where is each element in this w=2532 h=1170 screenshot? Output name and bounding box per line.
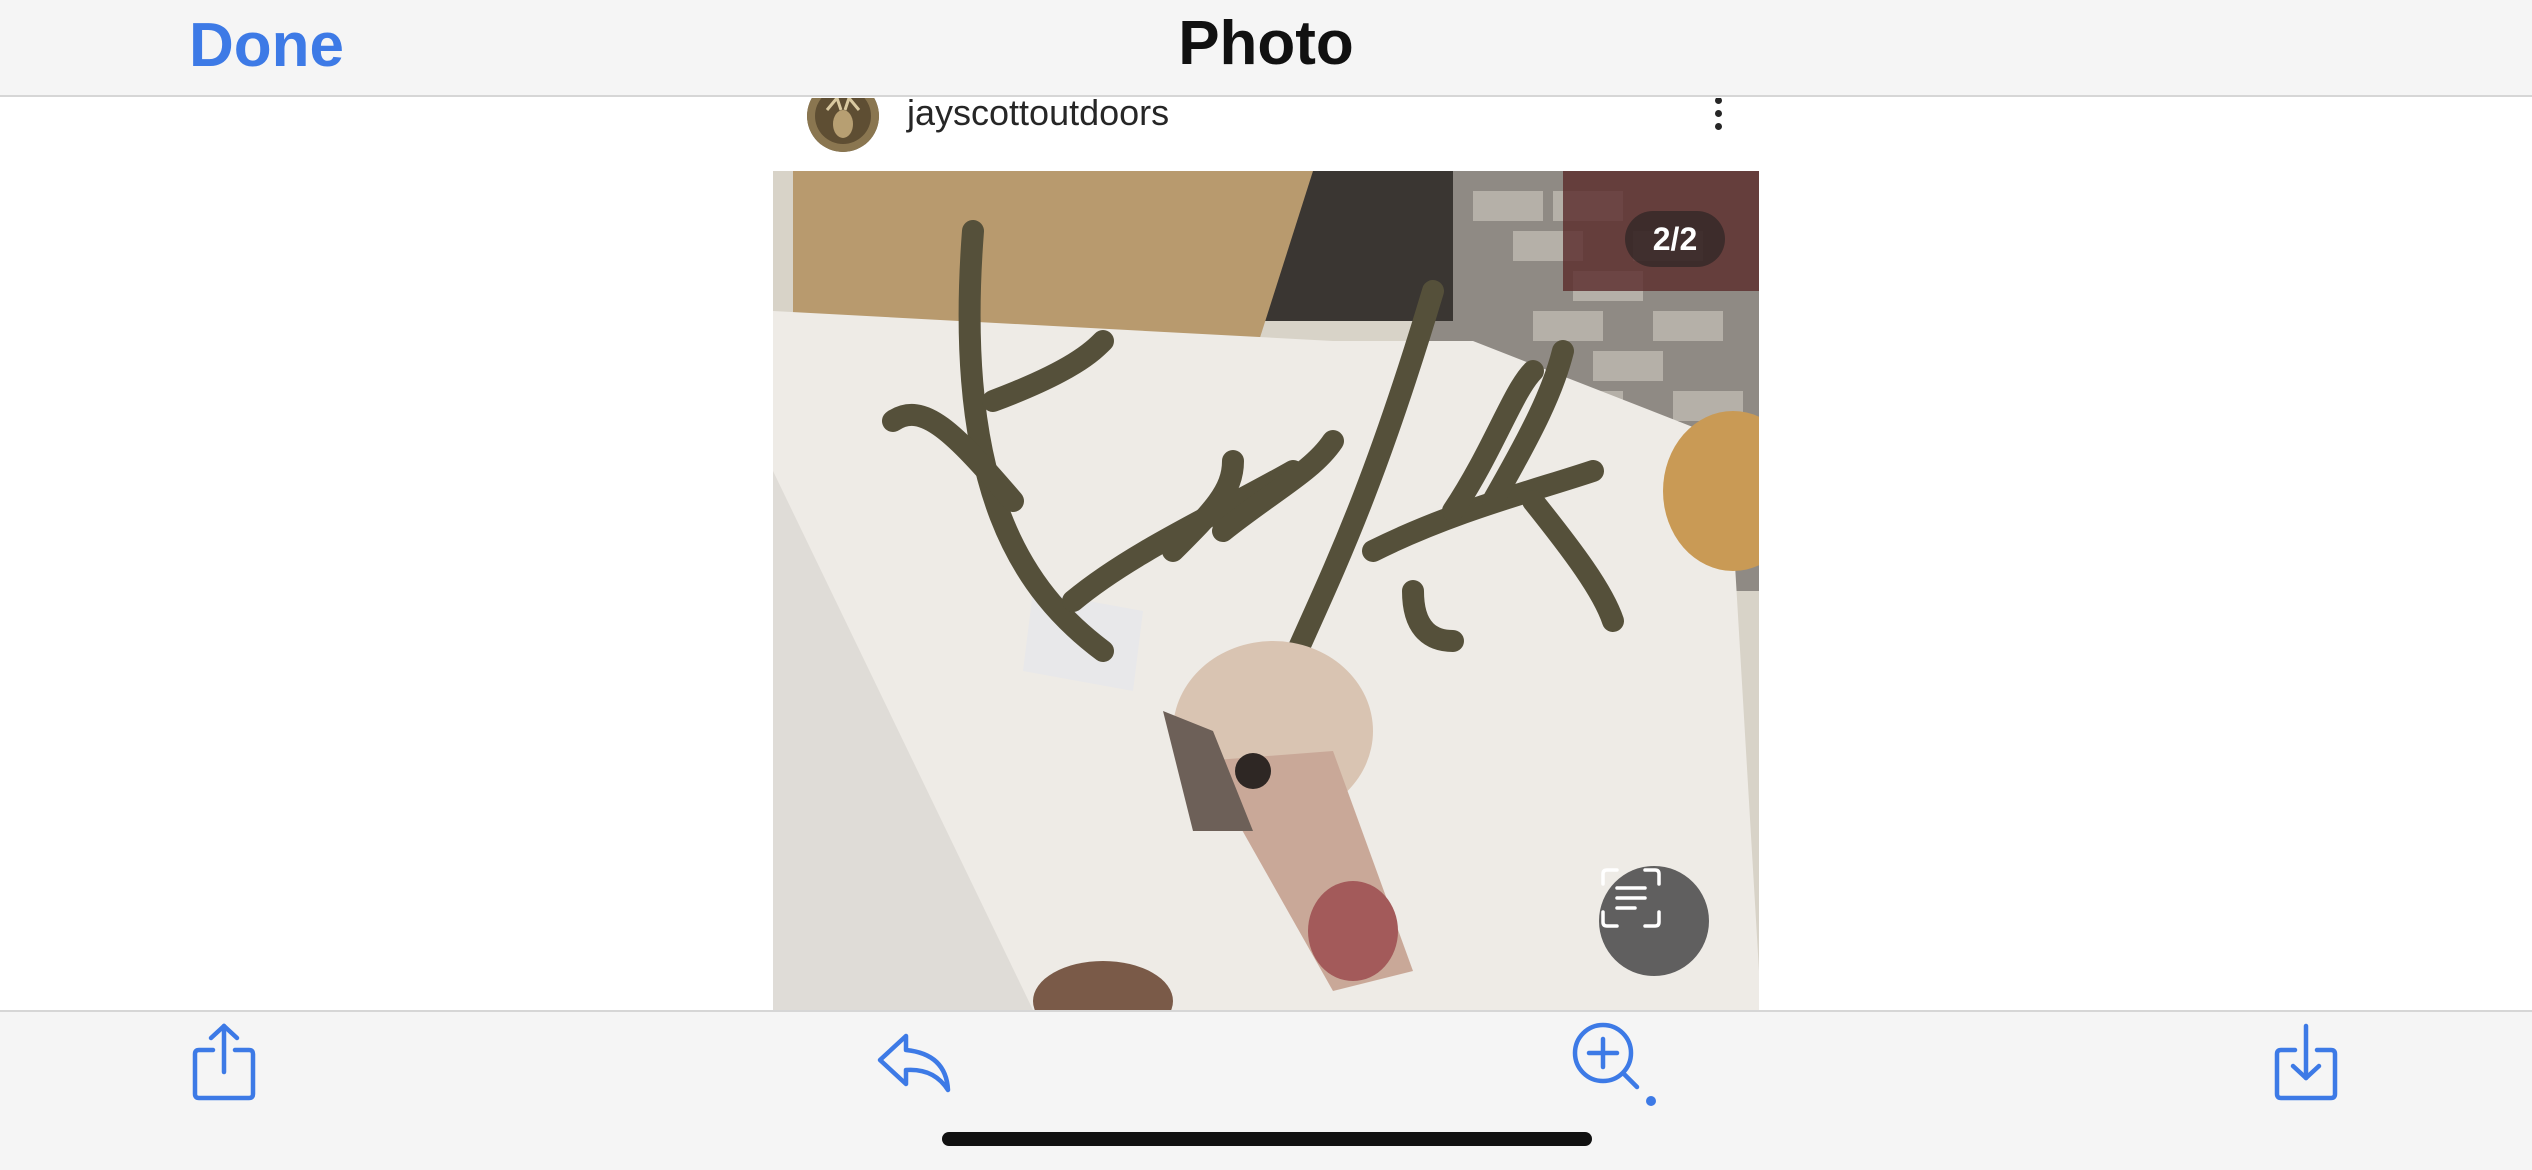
download-icon[interactable] — [2256, 1012, 2356, 1112]
share-icon[interactable] — [174, 1012, 274, 1112]
bottom-toolbar — [0, 1010, 2532, 1170]
image-counter-badge: 2/2 — [1625, 211, 1725, 267]
reply-icon[interactable] — [864, 1012, 964, 1112]
live-text-icon[interactable] — [1599, 866, 1709, 976]
more-options-icon[interactable] — [1693, 98, 1743, 138]
page-title: Photo — [1178, 9, 1354, 78]
top-navigation-bar: Done Photo — [0, 0, 2532, 97]
post-photo[interactable]: 2/2 — [773, 171, 1759, 1010]
photo-content-area: jayscottoutdoors 2/2 — [0, 98, 2532, 1010]
avatar[interactable] — [807, 98, 879, 152]
home-indicator[interactable] — [942, 1132, 1592, 1146]
username[interactable]: jayscottoutdoors — [907, 98, 1169, 138]
zoom-in-icon[interactable] — [1562, 1012, 1662, 1112]
post-header: jayscottoutdoors — [773, 98, 1759, 168]
